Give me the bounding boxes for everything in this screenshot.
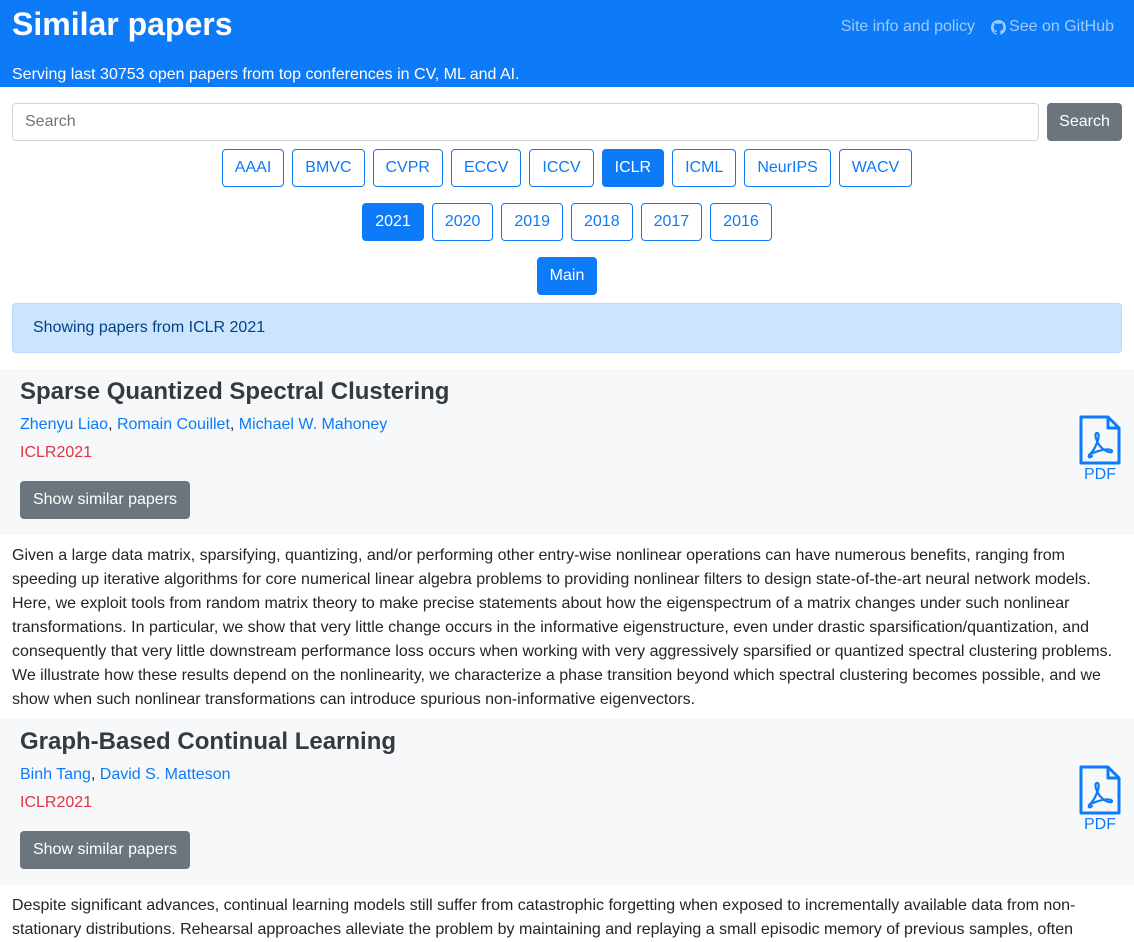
conference-filter: AAAI BMVC CVPR ECCV ICCV ICLR ICML NeurIPS WACV [0,149,1134,187]
github-icon [991,19,1007,35]
header-links: Site info and policy See on GitHub [841,17,1114,37]
author-link[interactable]: Michael W. Mahoney [239,416,388,433]
author-link[interactable]: Romain Couillet [117,416,230,433]
pdf-label: PDF [1084,816,1116,833]
paper-item: Graph-Based Continual Learning Binh Tang,… [0,719,1134,942]
show-similar-button[interactable]: Show similar papers [20,831,190,869]
github-link[interactable]: See on GitHub [991,17,1114,37]
year-button-2017[interactable]: 2017 [640,203,703,241]
conference-button-iccv[interactable]: ICCV [529,149,594,187]
year-button-2016[interactable]: 2016 [710,203,772,241]
year-button-2021[interactable]: 2021 [362,203,424,241]
results-info-alert: Showing papers from ICLR 2021 [12,303,1122,353]
site-info-link-label: Site info and policy [840,18,976,35]
paper-authors: Binh Tang, David S. Matteson [20,766,231,783]
pdf-icon [1079,765,1121,815]
conference-button-bmvc[interactable]: BMVC [292,149,365,187]
year-button-2019[interactable]: 2019 [501,203,563,241]
pdf-link[interactable]: PDF [1078,415,1122,485]
conference-button-wacv[interactable]: WACV [838,149,913,187]
conference-button-eccv[interactable]: ECCV [450,149,522,187]
paper-venue: ICLR2021 [20,444,93,461]
site-header: Similar papers Site info and policy See … [0,0,1134,87]
paper-card: Sparse Quantized Spectral Clustering Zhen… [0,369,1134,535]
show-similar-button[interactable]: Show similar papers [20,481,190,519]
author-link[interactable]: Zhenyu Liao [20,416,108,433]
paper-authors: Zhenyu Liao, Romain Couillet, Michael W.… [20,416,388,433]
year-filter: 2021 2020 2019 2018 2017 2016 [0,203,1134,241]
site-title[interactable]: Similar papers [12,4,233,44]
paper-abstract: Despite significant advances, continual … [12,897,1076,938]
paper-venue: ICLR2021 [20,794,93,811]
pdf-icon [1079,415,1121,465]
year-button-2018[interactable]: 2018 [571,203,633,241]
search-input[interactable] [12,103,1039,141]
pdf-link[interactable]: PDF [1078,765,1122,835]
conference-button-icml[interactable]: ICML [672,149,737,187]
track-button-main[interactable]: Main [536,257,598,295]
paper-title: Sparse Quantized Spectral Clustering [20,378,450,405]
github-link-label: See on GitHub [1009,18,1114,35]
conference-button-neurips[interactable]: NeurIPS [744,149,831,187]
site-info-link[interactable]: Site info and policy [841,17,975,37]
track-filter: Main [0,257,1134,295]
site-subtitle: Serving last 30753 open papers from top … [12,66,520,83]
conference-button-iclr[interactable]: ICLR [601,149,665,187]
paper-item: Sparse Quantized Spectral Clustering Zhen… [0,369,1134,712]
author-link[interactable]: Binh Tang [20,766,91,783]
search-bar: Search [12,103,1122,141]
paper-title: Graph-Based Continual Learning [20,728,397,755]
year-button-2020[interactable]: 2020 [431,203,494,241]
author-link[interactable]: David S. Matteson [100,766,231,783]
search-button[interactable]: Search [1047,103,1122,141]
paper-card: Graph-Based Continual Learning Binh Tang,… [0,719,1134,885]
pdf-label: PDF [1084,466,1116,483]
conference-button-cvpr[interactable]: CVPR [372,149,443,187]
paper-abstract: Given a large data matrix, sparsifying, … [12,547,1113,708]
conference-button-aaai[interactable]: AAAI [221,149,285,187]
